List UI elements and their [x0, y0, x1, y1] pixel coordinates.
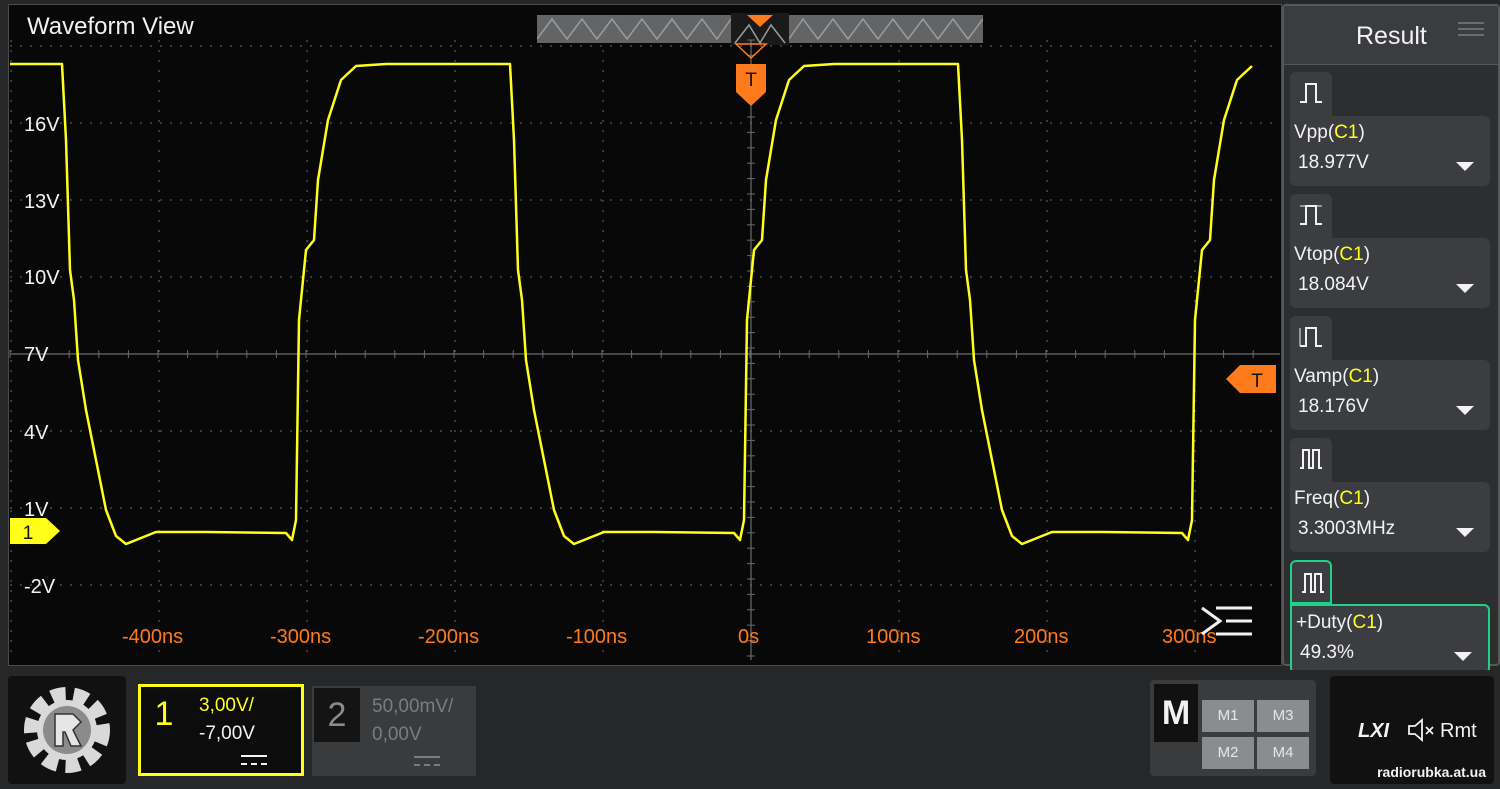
voltage-label: -2V	[24, 576, 56, 598]
measurement-item[interactable]: Vpp(C1) 18.977V	[1290, 72, 1492, 192]
watermark: radiorubka.at.ua	[1377, 764, 1486, 780]
math-m4-button[interactable]: M4	[1257, 737, 1309, 769]
duty-icon	[1302, 573, 1324, 593]
graticule	[9, 39, 1280, 660]
trigger-level-marker[interactable]: T	[1226, 365, 1276, 393]
time-label: 100ns	[866, 626, 921, 648]
voltage-label: 4V	[24, 422, 49, 444]
measurement-source: C1	[1339, 488, 1364, 509]
time-label: -300ns	[270, 626, 331, 648]
dropdown-icon[interactable]	[1456, 284, 1474, 293]
hamburger-icon[interactable]	[1458, 18, 1484, 40]
pulse-icon	[1299, 327, 1322, 347]
measurement-item[interactable]: Vamp(C1) 18.176V	[1290, 316, 1492, 436]
dropdown-icon[interactable]	[1456, 528, 1474, 537]
measurement-value: 18.176V	[1298, 396, 1369, 417]
measurement-tab	[1290, 316, 1332, 360]
measurement-card: Vtop(C1) 18.084V	[1290, 238, 1490, 308]
measurement-source: C1	[1334, 122, 1359, 143]
channel-number: 1	[154, 695, 174, 733]
time-label: -100ns	[566, 626, 627, 648]
measurement-tab	[1290, 194, 1332, 238]
channel-number: 2	[314, 688, 360, 742]
measurement-name: Vtop	[1294, 244, 1334, 265]
mute-icon[interactable]	[1406, 718, 1436, 742]
remote-status: Rmt	[1440, 720, 1477, 742]
math-m2-button[interactable]: M2	[1202, 737, 1254, 769]
measurement-item-selected[interactable]: +Duty(C1) 49.3%	[1290, 560, 1492, 680]
measurement-tab	[1290, 438, 1332, 482]
measurement-tab	[1290, 72, 1332, 116]
channel-1-trace	[10, 62, 1253, 546]
measurement-name: +Duty	[1296, 612, 1347, 633]
channel-scale: 50,00mV/	[372, 696, 454, 717]
time-label: -200ns	[418, 626, 479, 648]
axis-labels: 16V 13V 10V 7V 4V 1V -2V -400ns -300ns -…	[24, 114, 1217, 648]
measurement-card: Freq(C1) 3.3003MHz	[1290, 482, 1490, 552]
voltage-label: 13V	[24, 191, 60, 213]
dc-coupling-icon	[241, 755, 267, 765]
math-label: M	[1154, 684, 1198, 742]
voltage-label: 1V	[24, 499, 49, 521]
measurement-name: Vamp	[1294, 366, 1343, 387]
math-m1-button[interactable]: M1	[1202, 700, 1254, 732]
measurement-value: 18.977V	[1298, 152, 1369, 173]
voltage-label: 7V	[24, 344, 49, 366]
measurement-name: Vpp	[1294, 122, 1328, 143]
lxi-status: LXI	[1358, 720, 1390, 742]
channel-1-offset-marker[interactable]: 1	[10, 518, 60, 544]
dropdown-icon[interactable]	[1456, 162, 1474, 171]
measurement-value: 49.3%	[1300, 642, 1354, 663]
measurement-card: Vamp(C1) 18.176V	[1290, 360, 1490, 430]
voltage-label: 16V	[24, 114, 60, 136]
result-panel-header: Result	[1284, 6, 1498, 65]
dropdown-icon[interactable]	[1454, 652, 1472, 661]
measurement-value: 18.084V	[1298, 274, 1369, 295]
math-m3-button[interactable]: M3	[1257, 700, 1309, 732]
result-panel: Result Vpp(C1) 18.977V Vtop(C1) 18.084V …	[1282, 4, 1500, 674]
channel-1-marker-label: 1	[23, 523, 34, 544]
frequency-icon	[1300, 449, 1322, 469]
measurement-value: 3.3003MHz	[1298, 518, 1396, 539]
time-label: -400ns	[122, 626, 183, 648]
time-label: 200ns	[1014, 626, 1069, 648]
math-panel[interactable]: M M1 M3 M2 M4	[1150, 680, 1316, 776]
channel-offset: 0,00V	[372, 724, 422, 745]
measurement-source: C1	[1352, 612, 1377, 633]
measurement-source: C1	[1348, 366, 1373, 387]
voltage-label: 10V	[24, 267, 60, 289]
home-button[interactable]	[8, 676, 126, 784]
channel-1-button[interactable]: 1 3,00V/ -7,00V	[138, 684, 304, 776]
time-label: 0s	[738, 626, 759, 648]
channel-2-button[interactable]: 2 50,00mV/ 0,00V	[312, 686, 476, 776]
menu-icon[interactable]	[1201, 606, 1252, 636]
trigger-level-label: T	[1251, 371, 1263, 392]
pulse-icon	[1300, 83, 1322, 103]
dc-coupling-icon	[414, 756, 440, 766]
result-panel-title: Result	[1356, 22, 1427, 50]
gear-logo-icon	[24, 687, 110, 773]
measurement-name: Freq	[1294, 488, 1334, 509]
measurement-source: C1	[1339, 244, 1364, 265]
measurement-item[interactable]: Freq(C1) 3.3003MHz	[1290, 438, 1492, 558]
trigger-time-marker-label: T	[745, 70, 757, 91]
channel-scale: 3,00V/	[199, 695, 254, 716]
dropdown-icon[interactable]	[1456, 406, 1474, 415]
measurement-tab	[1290, 560, 1332, 604]
channel-offset: -7,00V	[199, 723, 255, 744]
measurement-card: +Duty(C1) 49.3%	[1290, 604, 1490, 674]
measurement-card: Vpp(C1) 18.977V	[1290, 116, 1490, 186]
measurement-item[interactable]: Vtop(C1) 18.084V	[1290, 194, 1492, 314]
pulse-icon	[1300, 205, 1322, 225]
